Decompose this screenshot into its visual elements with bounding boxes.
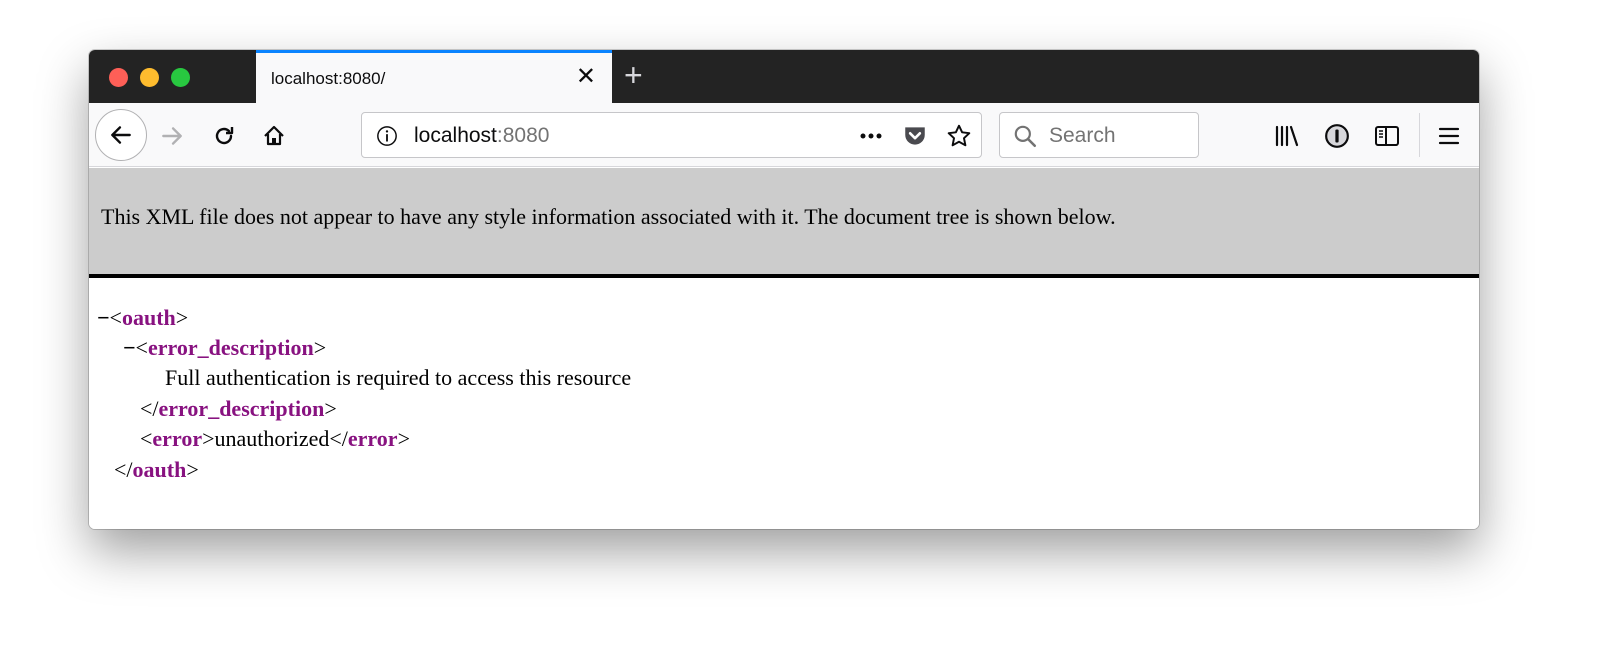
collapse-toggle[interactable]: − — [97, 305, 110, 330]
search-bar[interactable]: Search — [999, 112, 1199, 158]
sidebar-button[interactable] — [1372, 121, 1402, 151]
window-controls — [109, 68, 190, 87]
xml-text-error: unauthorized — [214, 426, 330, 451]
home-icon — [264, 125, 284, 146]
info-icon[interactable] — [376, 125, 398, 147]
hamburger-menu-icon — [1438, 127, 1460, 145]
minimize-window-button[interactable] — [140, 68, 159, 87]
title-bar: localhost:8080/ ✕ + — [89, 50, 1479, 103]
search-icon — [1014, 125, 1037, 148]
password-manager-button[interactable] — [1322, 121, 1352, 151]
library-button[interactable] — [1272, 121, 1302, 151]
maximize-window-button[interactable] — [171, 68, 190, 87]
arrow-left-icon — [111, 126, 131, 144]
xml-tree: −<oauth> −<error_description> Full authe… — [89, 278, 1479, 529]
xml-text-error-description: Full authentication is required to acces… — [165, 365, 632, 390]
tag-name: oauth — [121, 305, 176, 330]
library-icon — [1275, 125, 1299, 147]
1password-icon — [1325, 124, 1349, 148]
url-host: localhost — [414, 124, 497, 147]
forward-button[interactable] — [157, 121, 187, 151]
back-button[interactable] — [95, 109, 147, 161]
xml-node-error-description-close: </error_description> — [140, 396, 337, 421]
tag-name: error — [152, 426, 203, 451]
tab-title: localhost:8080/ — [271, 69, 386, 88]
nav-toolbar: localhost:8080 Search — [89, 103, 1479, 167]
tag-name: error — [347, 426, 398, 451]
tag-name: error_description — [147, 335, 314, 360]
xml-node-error-description-open: −<error_description> — [123, 335, 327, 360]
new-tab-button[interactable]: + — [624, 58, 643, 92]
more-actions-icon[interactable] — [858, 127, 884, 145]
xml-info-banner: This XML file does not appear to have an… — [89, 168, 1479, 278]
reload-icon — [215, 127, 234, 145]
toolbar-separator — [1419, 113, 1420, 157]
arrow-right-icon — [162, 127, 182, 145]
tab-active[interactable]: localhost:8080/ ✕ — [256, 50, 612, 103]
xml-node-oauth-open: −<oauth> — [97, 305, 189, 330]
reload-button[interactable] — [209, 121, 239, 151]
url-port: :8080 — [496, 124, 550, 147]
url-bar[interactable]: localhost:8080 — [361, 112, 982, 158]
search-placeholder: Search — [1049, 124, 1116, 147]
close-tab-icon[interactable]: ✕ — [576, 63, 596, 91]
pocket-icon[interactable] — [902, 123, 928, 149]
browser-window: localhost:8080/ ✕ + localhost:8080 Searc… — [89, 50, 1479, 529]
url-text[interactable]: localhost:8080 — [414, 124, 549, 148]
home-button[interactable] — [259, 121, 289, 151]
tag-name: error_description — [158, 396, 325, 421]
sidebar-icon — [1375, 126, 1399, 146]
menu-button[interactable] — [1434, 121, 1464, 151]
collapse-toggle[interactable]: − — [123, 335, 136, 360]
tag-name: oauth — [132, 457, 187, 482]
xml-info-text: This XML file does not appear to have an… — [101, 204, 1116, 229]
xml-node-oauth-close: </oauth> — [114, 457, 199, 482]
xml-node-error: <error>unauthorized</error> — [140, 426, 410, 451]
bookmark-star-icon[interactable] — [946, 123, 972, 149]
close-window-button[interactable] — [109, 68, 128, 87]
